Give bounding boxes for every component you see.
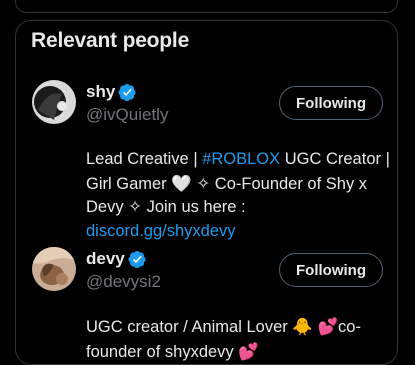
hashtag-link[interactable]: #ROBLOX [202, 150, 280, 168]
avatar-image [32, 247, 76, 291]
verified-badge-icon [128, 250, 146, 268]
bio-text: Lead Creative | [86, 150, 203, 168]
name-row: devy [86, 249, 147, 269]
relevant-people-panel: Relevant people shy @ivQuietly Following… [15, 20, 398, 365]
display-name[interactable]: shy [86, 82, 115, 102]
verified-badge-icon [118, 83, 136, 101]
two-hearts-emoji: 💕 [238, 341, 259, 361]
white-heart-emoji: 🤍 [171, 173, 192, 193]
user-handle[interactable]: @ivQuietly [86, 105, 168, 125]
previous-card-edge [15, 0, 398, 13]
chick-emoji: 🐥 [292, 317, 313, 336]
panel-title: Relevant people [31, 29, 190, 52]
user-bio: UGC creator / Animal Lover 🐥 💕co-founder… [86, 315, 391, 364]
avatar[interactable] [32, 80, 76, 124]
user-handle[interactable]: @devysi2 [86, 272, 161, 292]
following-button[interactable]: Following [279, 86, 383, 120]
two-hearts-emoji: 💕 [317, 317, 339, 336]
user-bio: Lead Creative | #ROBLOX UGC Creator | Gi… [86, 148, 391, 243]
avatar[interactable] [32, 247, 76, 291]
bio-text: UGC creator / Animal Lover [86, 318, 293, 336]
display-name[interactable]: devy [86, 249, 125, 269]
name-row: shy [86, 82, 137, 102]
discord-link[interactable]: discord.gg/shyxdevy [86, 222, 236, 240]
following-button[interactable]: Following [279, 253, 383, 287]
avatar-image [32, 80, 76, 124]
